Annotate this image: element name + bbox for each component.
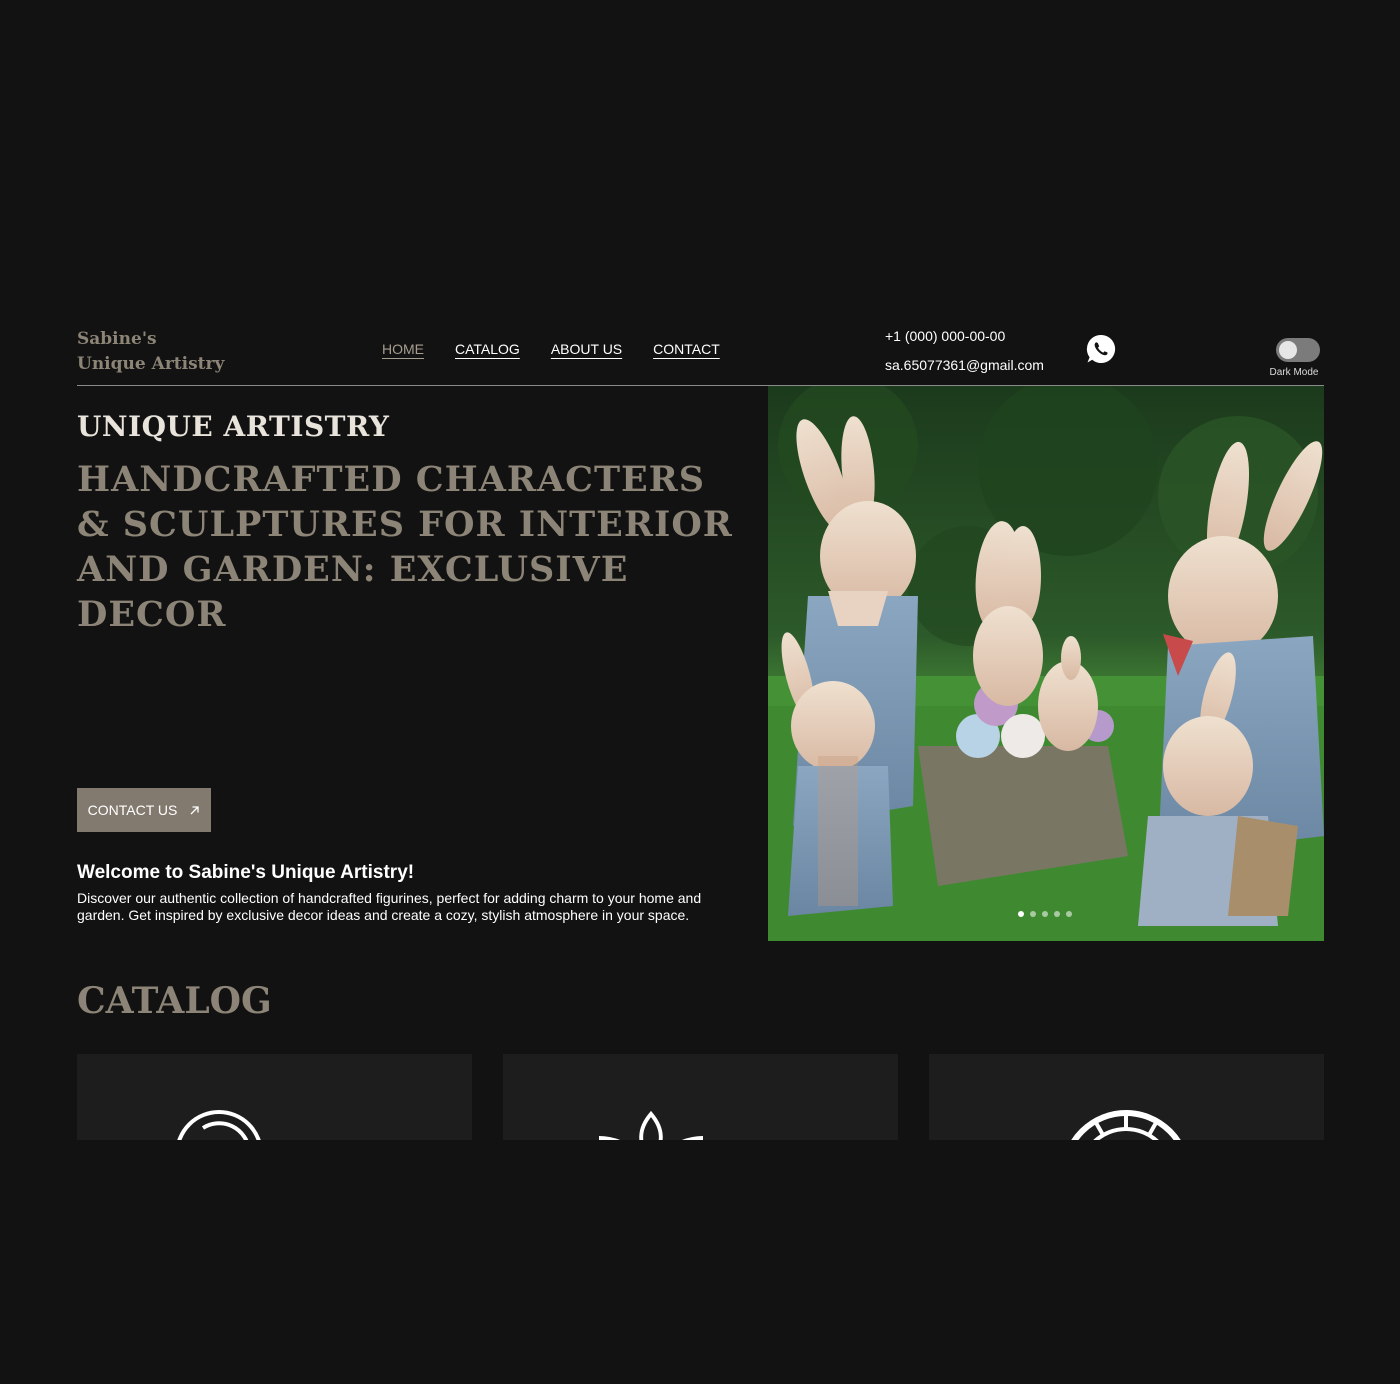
- hero-kicker: UNIQUE ARTISTRY: [77, 410, 390, 443]
- dark-mode-toggle[interactable]: [1276, 338, 1320, 362]
- catalog-card-1[interactable]: [77, 1054, 472, 1140]
- nav-catalog[interactable]: CATALOG: [455, 341, 520, 357]
- hero-slider[interactable]: [768, 386, 1324, 941]
- catalog-card-3[interactable]: [929, 1054, 1324, 1140]
- welcome-text: Discover our authentic collection of han…: [77, 890, 702, 923]
- logo-line2: Unique Artistry: [77, 354, 225, 374]
- nav-home[interactable]: HOME: [382, 341, 424, 357]
- nav-contact[interactable]: CONTACT: [653, 341, 720, 357]
- page: Sabine's Unique Artistry HOME CATALOG AB…: [77, 325, 1324, 1140]
- slider-dot-5[interactable]: [1066, 911, 1072, 917]
- catalog-card-2[interactable]: [503, 1054, 898, 1140]
- arrow-up-right-icon: [190, 805, 200, 814]
- hero-title: HANDCRAFTED CHARACTERS & SCULPTURES FOR …: [77, 459, 733, 635]
- slider-dot-4[interactable]: [1054, 911, 1060, 917]
- contact-us-button[interactable]: CONTACT US: [77, 788, 211, 832]
- logo-line1: Sabine's: [77, 329, 157, 349]
- catalog-title: CATALOG: [77, 980, 272, 1022]
- main-nav: HOME CATALOG ABOUT US CONTACT: [382, 341, 720, 357]
- contact-us-label: CONTACT US: [87, 802, 178, 818]
- email-link[interactable]: sa.65077361@gmail.com: [885, 356, 1044, 385]
- slider-dot-1[interactable]: [1018, 911, 1024, 917]
- slider-dot-3[interactable]: [1042, 911, 1048, 917]
- contact-info: +1 (000) 000-00-00 sa.65077361@gmail.com: [885, 327, 1044, 385]
- hero-text: UNIQUE ARTISTRY HANDCRAFTED CHARACTERS &…: [77, 410, 737, 637]
- sun-wheel-icon: [1071, 1110, 1181, 1140]
- wreath-icon: [177, 1110, 261, 1140]
- welcome-section: Welcome to Sabine's Unique Artistry! Dis…: [77, 862, 707, 924]
- slider-dots: [1018, 911, 1072, 917]
- lotus-icon: [599, 1110, 703, 1140]
- logo[interactable]: Sabine's Unique Artistry: [77, 327, 224, 377]
- whatsapp-icon[interactable]: [1085, 333, 1117, 365]
- toggle-knob: [1279, 341, 1297, 359]
- dark-mode-control: Dark Mode: [1268, 338, 1324, 378]
- rabbit-figurines-image: [768, 386, 1324, 941]
- nav-about-us[interactable]: ABOUT US: [551, 341, 622, 357]
- dark-mode-label: Dark Mode: [1269, 367, 1319, 378]
- phone-link[interactable]: +1 (000) 000-00-00: [885, 327, 1044, 356]
- catalog-cards: [77, 1054, 1324, 1140]
- slider-dot-2[interactable]: [1030, 911, 1036, 917]
- welcome-heading: Welcome to Sabine's Unique Artistry!: [77, 862, 415, 883]
- header: Sabine's Unique Artistry HOME CATALOG AB…: [77, 325, 1324, 386]
